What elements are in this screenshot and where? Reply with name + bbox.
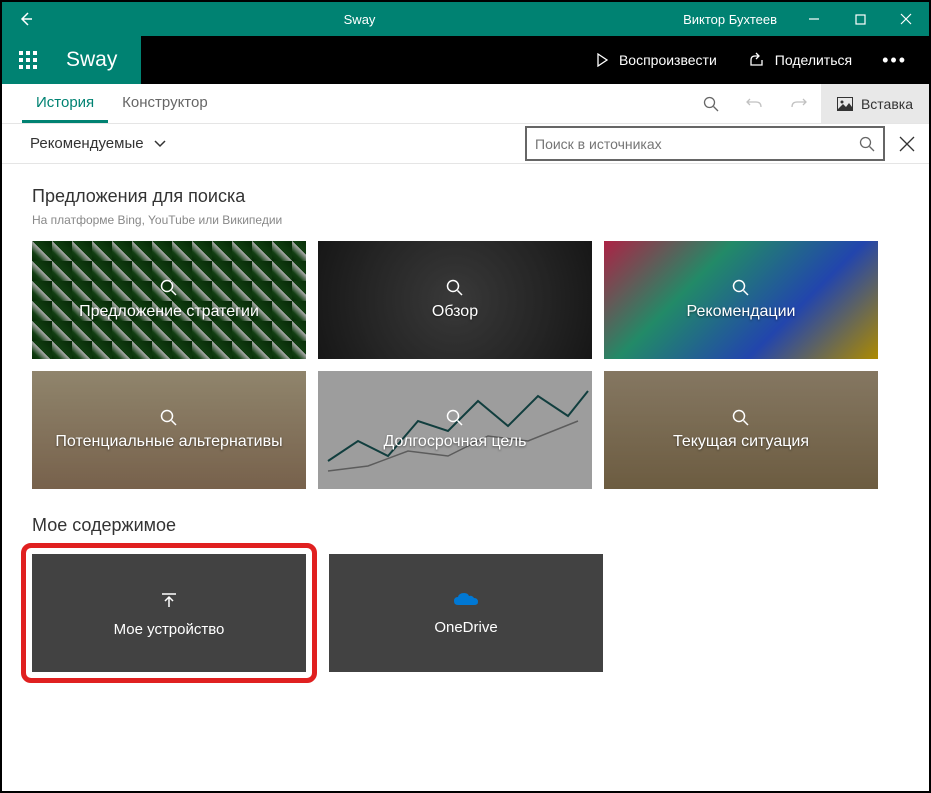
suggestion-tile-strategy[interactable]: Предложение стратегии [32, 241, 306, 359]
mycontent-heading: Мое содержимое [32, 515, 899, 536]
chevron-down-icon [154, 140, 166, 148]
topbar-actions: Воспроизвести Поделиться ••• [571, 36, 929, 84]
suggestion-tile-alternatives[interactable]: Потенциальные альтернативы [32, 371, 306, 489]
suggestion-tile-recommendations[interactable]: Рекомендации [604, 241, 878, 359]
my-device-tile[interactable]: Мое устройство [32, 554, 306, 672]
undo-button[interactable] [733, 84, 777, 123]
redo-icon [790, 95, 807, 112]
tab-story[interactable]: История [22, 84, 108, 123]
content-panel: Предложения для поиска На платформе Bing… [2, 164, 929, 791]
redo-button[interactable] [777, 84, 821, 123]
arrow-left-icon [18, 11, 34, 27]
close-icon [899, 136, 915, 152]
image-icon [837, 97, 853, 111]
onedrive-icon [452, 591, 480, 609]
search-toggle[interactable] [689, 84, 733, 123]
search-input[interactable] [535, 136, 859, 152]
more-button[interactable]: ••• [868, 36, 921, 84]
source-dropdown[interactable]: Рекомендуемые [22, 124, 174, 163]
window-title: Sway [50, 12, 669, 27]
undo-icon [746, 95, 763, 112]
share-icon [749, 52, 765, 68]
upload-icon [158, 589, 180, 611]
search-icon [703, 96, 719, 112]
play-label: Воспроизвести [619, 52, 717, 68]
close-window-button[interactable] [883, 2, 929, 36]
tile-label: Текущая ситуация [673, 433, 809, 451]
waffle-icon [19, 51, 37, 69]
app-name[interactable]: Sway [54, 36, 141, 84]
search-icon [732, 409, 750, 427]
onedrive-tile[interactable]: OneDrive [329, 554, 603, 672]
tile-label: Обзор [432, 303, 478, 321]
search-box[interactable] [525, 126, 885, 161]
search-icon [160, 409, 178, 427]
search-icon [859, 136, 875, 152]
suggestions-heading: Предложения для поиска [32, 186, 899, 207]
highlight-annotation: Мое устройство [21, 543, 317, 683]
suggestion-tile-situation[interactable]: Текущая ситуация [604, 371, 878, 489]
suggestions-subheading: На платформе Bing, YouTube или Википедии [32, 213, 899, 227]
insert-label: Вставка [861, 96, 913, 112]
close-panel-button[interactable] [885, 124, 929, 163]
onedrive-label: OneDrive [434, 619, 497, 636]
my-device-label: Мое устройство [114, 621, 225, 638]
titlebar: Sway Виктор Бухтеев [2, 2, 929, 36]
maximize-icon [855, 14, 866, 25]
maximize-button[interactable] [837, 2, 883, 36]
search-icon [732, 279, 750, 297]
filter-bar: Рекомендуемые [2, 124, 929, 164]
command-bar: История Конструктор Вставка [2, 84, 929, 124]
share-label: Поделиться [775, 52, 852, 68]
close-icon [900, 13, 912, 25]
tile-label: Предложение стратегии [79, 303, 259, 321]
play-button[interactable]: Воспроизвести [579, 36, 733, 84]
search-icon [160, 279, 178, 297]
back-button[interactable] [2, 11, 50, 27]
user-name[interactable]: Виктор Бухтеев [669, 12, 791, 27]
minimize-button[interactable] [791, 2, 837, 36]
suggestions-grid: Предложение стратегии Обзор Рекомендации… [32, 241, 899, 489]
search-icon [446, 409, 464, 427]
insert-button[interactable]: Вставка [821, 84, 929, 123]
app-bar: Sway Воспроизвести Поделиться ••• [2, 36, 929, 84]
topbar-spacer [141, 36, 571, 84]
dropdown-label: Рекомендуемые [30, 135, 144, 152]
suggestion-tile-longterm[interactable]: Долгосрочная цель [318, 371, 592, 489]
tab-design[interactable]: Конструктор [108, 84, 222, 123]
suggestion-tile-overview[interactable]: Обзор [318, 241, 592, 359]
share-button[interactable]: Поделиться [733, 36, 868, 84]
play-icon [595, 53, 609, 67]
app-launcher[interactable] [2, 36, 54, 84]
minimize-icon [808, 13, 820, 25]
tile-label: Рекомендации [687, 303, 796, 321]
tile-label: Долгосрочная цель [384, 433, 527, 451]
search-icon [446, 279, 464, 297]
ellipsis-icon: ••• [882, 50, 907, 71]
mycontent-grid: Мое устройство OneDrive [32, 554, 899, 683]
tile-label: Потенциальные альтернативы [55, 433, 282, 451]
